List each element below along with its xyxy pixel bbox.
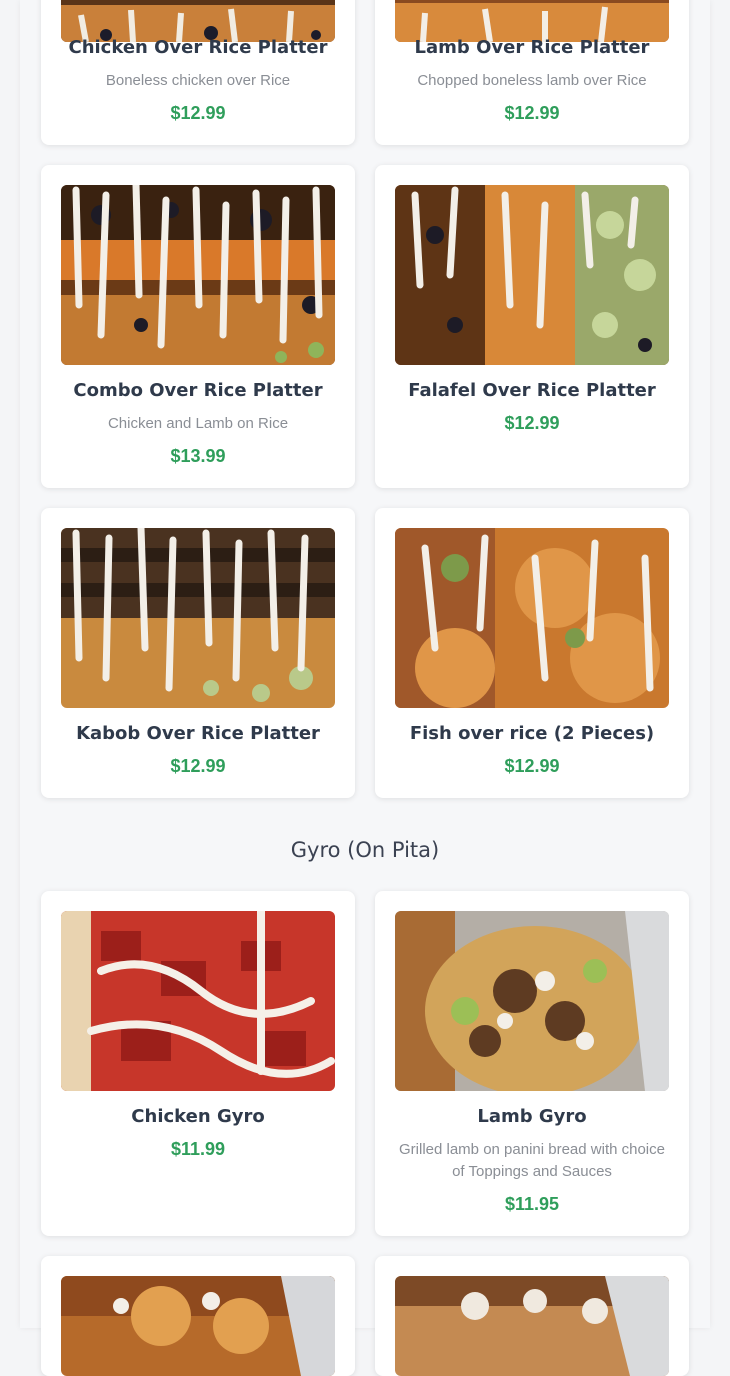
food-image — [61, 1276, 335, 1376]
section-title-gyro: Gyro (On Pita) — [290, 838, 440, 862]
food-image — [61, 528, 335, 708]
food-image — [61, 0, 335, 42]
item-price: $12.99 — [504, 413, 560, 433]
item-price: $12.99 — [170, 756, 226, 776]
food-image — [395, 0, 669, 42]
item-title: Kabob Over Rice Platter — [76, 723, 320, 744]
food-image — [61, 911, 335, 1091]
item-price: $11.99 — [170, 1139, 226, 1159]
item-description: Grilled lamb on panini bread with choice… — [399, 1141, 665, 1180]
menu-item-card[interactable]: Chicken Gyro $11.99 — [41, 891, 355, 1236]
item-price: $12.99 — [504, 756, 560, 776]
menu-item-card[interactable]: Lamb Gyro Grilled lamb on panini bread w… — [375, 891, 689, 1236]
menu-page: Chicken Over Rice Platter Boneless chick… — [20, 0, 710, 1376]
menu-item-card[interactable]: Falafel Over Rice Platter $12.99 — [375, 165, 689, 488]
menu-item-card[interactable] — [375, 1256, 689, 1376]
item-title: Lamb Over Rice Platter — [414, 37, 650, 58]
food-image — [61, 185, 335, 365]
item-title: Chicken Over Rice Platter — [68, 37, 328, 58]
item-description: Chopped boneless lamb over Rice — [417, 72, 647, 89]
item-title: Chicken Gyro — [131, 1106, 265, 1127]
item-description: Chicken and Lamb on Rice — [107, 415, 289, 432]
menu-item-card[interactable]: Kabob Over Rice Platter $12.99 — [41, 508, 355, 798]
item-description: Boneless chicken over Rice — [105, 72, 291, 89]
item-title: Lamb Gyro — [477, 1106, 587, 1127]
item-title: Combo Over Rice Platter — [73, 380, 323, 401]
menu-item-card[interactable]: Lamb Over Rice Platter Chopped boneless … — [375, 0, 689, 145]
food-image — [395, 911, 669, 1091]
menu-item-card[interactable]: Chicken Over Rice Platter Boneless chick… — [41, 0, 355, 145]
food-image — [395, 1276, 669, 1376]
food-image — [395, 528, 669, 708]
food-image — [395, 185, 669, 365]
item-title: Fish over rice (2 Pieces) — [409, 723, 655, 744]
menu-item-card[interactable]: Combo Over Rice Platter Chicken and Lamb… — [41, 165, 355, 488]
item-price: $12.99 — [170, 103, 226, 123]
item-price: $11.95 — [504, 1194, 560, 1214]
item-price: $13.99 — [170, 446, 226, 466]
menu-item-card[interactable] — [41, 1256, 355, 1376]
item-title: Falafel Over Rice Platter — [408, 380, 656, 401]
menu-item-card[interactable]: Fish over rice (2 Pieces) $12.99 — [375, 508, 689, 798]
item-price: $12.99 — [504, 103, 560, 123]
